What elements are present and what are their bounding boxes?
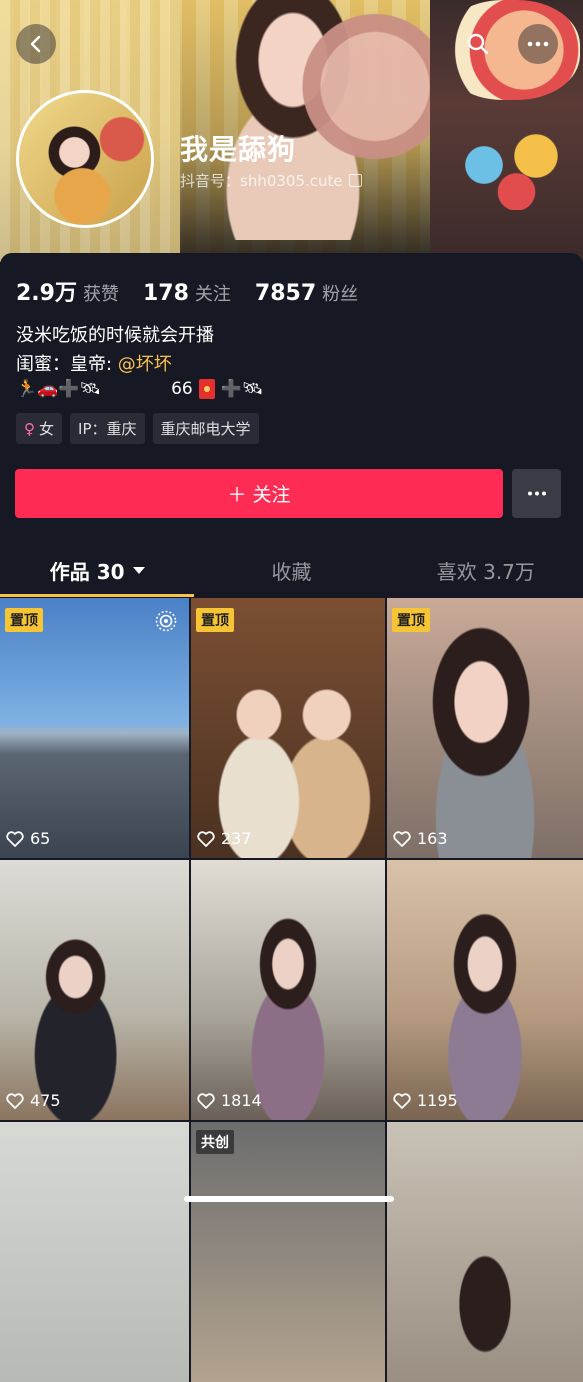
bio-prefix: 闺蜜：皇帝: — [16, 354, 118, 375]
stat-followers[interactable]: 7857 粉丝 — [255, 280, 358, 306]
bio-emoji-line: 🏃🚗➕🛰 66 ➕🛰 — [16, 379, 263, 399]
cover-teddy-bear — [300, 10, 450, 180]
heart-icon — [197, 1092, 215, 1109]
heart-icon — [393, 1092, 411, 1109]
like-count: 1195 — [393, 1091, 458, 1110]
more-icon — [527, 41, 549, 47]
bio-line-1: 没米吃饭的时候就会开播 — [16, 325, 214, 346]
likes-count: 2.9万 — [16, 281, 77, 306]
home-indicator[interactable] — [184, 1196, 394, 1202]
video-card[interactable]: 置顶 237 — [191, 598, 385, 858]
stat-likes[interactable]: 2.9万 获赞 — [16, 275, 119, 307]
nickname: 我是舔狗 — [180, 133, 297, 166]
more-button[interactable] — [518, 24, 558, 64]
emoji-number: 66 — [171, 379, 193, 399]
co-create-badge: 共创 — [196, 1130, 234, 1154]
follow-button[interactable]: ＋ 关注 — [15, 469, 503, 518]
douyin-id[interactable]: 抖音号：shh0305.cute — [180, 170, 362, 191]
profile-tags: ♀ 女 IP：重庆 重庆邮电大学 — [16, 413, 259, 444]
pinned-badge: 置顶 — [392, 608, 430, 632]
more-icon — [527, 491, 546, 496]
video-card[interactable] — [0, 1122, 189, 1382]
avatar[interactable] — [16, 90, 154, 228]
like-count: 475 — [6, 1091, 61, 1110]
tag-ip: IP：重庆 — [70, 413, 145, 444]
pinned-badge: 置顶 — [5, 608, 43, 632]
video-card[interactable]: 475 — [0, 860, 189, 1120]
profile-tabs: 作品 30 收藏 喜欢 3.7万 — [0, 541, 583, 599]
heart-icon — [6, 1092, 24, 1109]
copy-icon[interactable] — [348, 174, 362, 187]
douyin-id-text: 抖音号：shh0305.cute — [180, 172, 343, 190]
target-icon — [155, 610, 177, 632]
bio-line-2: 闺蜜：皇帝: @坏坏 — [16, 350, 172, 376]
tab-works[interactable]: 作品 30 — [0, 541, 195, 599]
like-count-text: 1814 — [221, 1091, 262, 1110]
mention-link[interactable]: @坏坏 — [118, 354, 172, 375]
like-count-text: 65 — [30, 829, 51, 848]
video-card[interactable]: 1814 — [191, 860, 385, 1120]
back-button[interactable] — [16, 24, 56, 64]
tag-school[interactable]: 重庆邮电大学 — [152, 413, 259, 444]
tag-gender: ♀ 女 — [16, 413, 63, 444]
video-card[interactable]: 共创 — [191, 1122, 385, 1382]
video-grid: 置顶 65 置顶 237 置顶 163 475 1814 1195 共创 — [0, 598, 583, 1382]
likes-label: 获赞 — [82, 284, 119, 305]
like-count-text: 1195 — [417, 1091, 458, 1110]
more-actions-button[interactable] — [512, 469, 561, 518]
caret-down-icon — [132, 566, 145, 574]
like-count-text: 475 — [30, 1091, 61, 1110]
cover-toys — [445, 120, 575, 210]
heart-icon — [6, 830, 24, 847]
tab-favorites[interactable]: 收藏 — [194, 541, 388, 599]
heart-icon — [197, 830, 215, 847]
emoji-right: ➕🛰 — [220, 379, 264, 399]
video-card[interactable] — [387, 1122, 583, 1382]
red-packet-icon — [198, 379, 215, 399]
profile-panel: 2.9万 获赞 178 关注 7857 粉丝 没米吃饭的时候就会开播 闺蜜：皇帝: @… — [0, 253, 583, 1382]
search-icon — [467, 33, 489, 55]
video-card[interactable]: 置顶 65 — [0, 598, 189, 858]
like-count: 163 — [393, 829, 448, 848]
stats-row: 2.9万 获赞 178 关注 7857 粉丝 — [16, 275, 358, 307]
heart-icon — [393, 830, 411, 847]
following-label: 关注 — [194, 284, 231, 305]
search-button[interactable] — [458, 24, 498, 64]
like-count: 1814 — [197, 1091, 262, 1110]
emoji-left: 🏃🚗➕🛰 — [16, 379, 102, 399]
like-count: 65 — [6, 829, 50, 848]
video-card[interactable]: 1195 — [387, 860, 583, 1120]
pinned-badge: 置顶 — [196, 608, 234, 632]
like-count: 237 — [197, 829, 252, 848]
like-count-text: 237 — [221, 829, 252, 848]
tab-works-label: 作品 30 — [49, 559, 125, 584]
followers-label: 粉丝 — [322, 284, 359, 305]
tag-gender-label: 女 — [39, 420, 55, 438]
stat-following[interactable]: 178 关注 — [143, 280, 231, 306]
video-card[interactable]: 置顶 163 — [387, 598, 583, 858]
followers-count: 7857 — [254, 281, 317, 306]
like-count-text: 163 — [417, 829, 448, 848]
tab-liked[interactable]: 喜欢 3.7万 — [389, 541, 583, 599]
back-icon — [30, 35, 41, 53]
female-icon: ♀ — [24, 420, 35, 438]
following-count: 178 — [142, 281, 189, 306]
